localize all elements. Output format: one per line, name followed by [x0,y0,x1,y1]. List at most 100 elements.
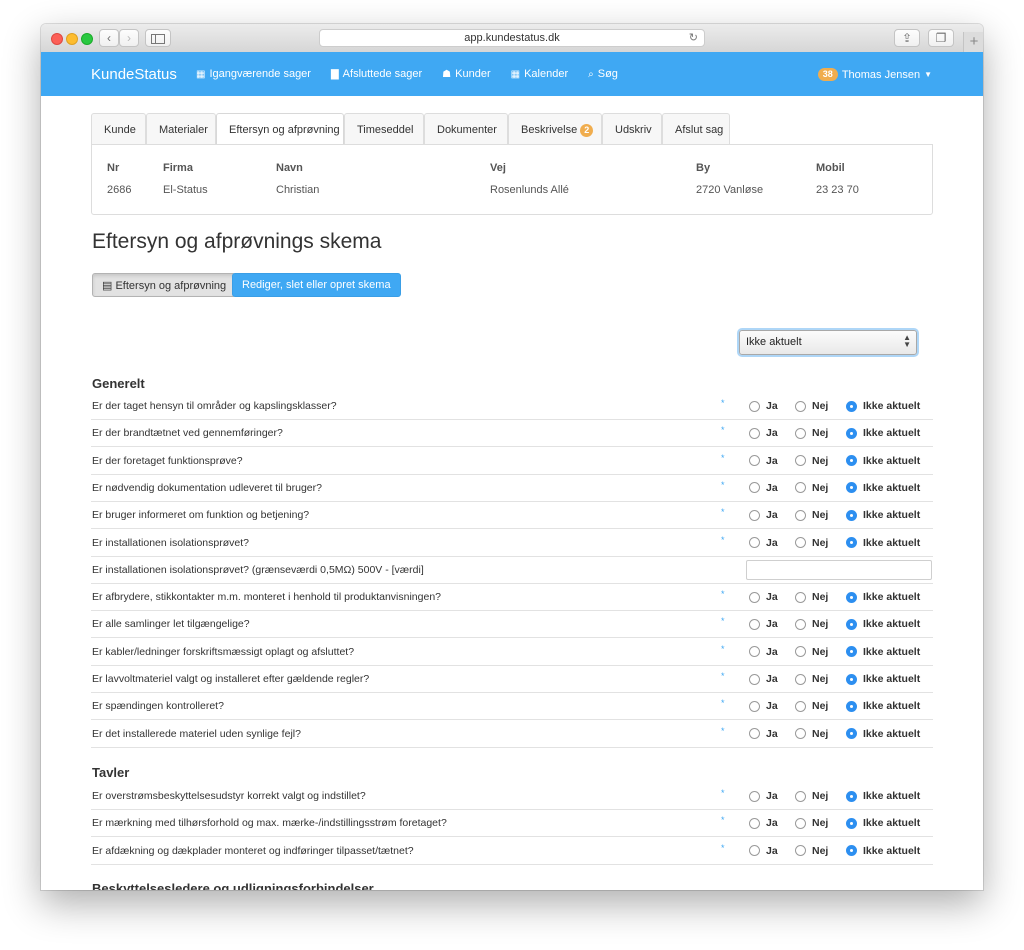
radio-ja[interactable] [749,427,760,439]
tab-4[interactable]: Dokumenter [424,113,508,144]
radio-option-ikke-aktuelt[interactable]: Ikke aktuelt [846,618,920,630]
radio-ja[interactable] [749,591,760,603]
radio-option-nej[interactable]: Nej [795,817,828,829]
radio-ikke-aktuelt[interactable] [846,618,857,630]
radio-option-ja[interactable]: Ja [749,591,778,603]
radio-nej[interactable] [795,455,806,467]
radio-ja[interactable] [749,700,760,712]
radio-option-ja[interactable]: Ja [749,455,778,467]
radio-ikke-aktuelt[interactable] [846,700,857,712]
menu-item-2[interactable]: ☗ Kunder [442,68,490,80]
tab-1[interactable]: Materialer [146,113,216,144]
radio-option-ja[interactable]: Ja [749,790,778,802]
radio-nej[interactable] [795,845,806,857]
radio-ja[interactable] [749,537,760,548]
radio-nej[interactable] [795,817,806,829]
menu-item-1[interactable]: ▇ Afsluttede sager [331,68,422,80]
radio-option-ikke-aktuelt[interactable]: Ikke aktuelt [846,700,920,712]
menu-item-3[interactable]: ▦ Kalender [511,68,569,80]
radio-ikke-aktuelt[interactable] [846,728,857,740]
radio-nej[interactable] [795,482,806,494]
radio-option-ikke-aktuelt[interactable]: Ikke aktuelt [846,455,920,467]
radio-ikke-aktuelt[interactable] [846,427,857,439]
radio-option-nej[interactable]: Nej [795,646,828,658]
radio-option-ja[interactable]: Ja [749,646,778,658]
radio-option-ja[interactable]: Ja [749,673,778,685]
radio-option-ja[interactable]: Ja [749,845,778,857]
radio-nej[interactable] [795,400,806,412]
radio-nej[interactable] [795,790,806,802]
radio-option-nej[interactable]: Nej [795,427,828,439]
radio-ja[interactable] [749,455,760,467]
radio-ikke-aktuelt[interactable] [846,455,857,467]
radio-option-ikke-aktuelt[interactable]: Ikke aktuelt [846,790,920,802]
radio-ikke-aktuelt[interactable] [846,845,857,857]
radio-option-ja[interactable]: Ja [749,427,778,439]
radio-nej[interactable] [795,700,806,712]
radio-option-ikke-aktuelt[interactable]: Ikke aktuelt [846,673,920,685]
tab-0[interactable]: Kunde [91,113,146,144]
radio-ikke-aktuelt[interactable] [846,537,857,548]
new-tab-button[interactable]: + [963,32,983,52]
minimize-window-button[interactable] [66,33,78,45]
radio-ikke-aktuelt[interactable] [846,790,857,802]
radio-ikke-aktuelt[interactable] [846,591,857,603]
radio-option-nej[interactable]: Nej [795,700,828,712]
radio-option-nej[interactable]: Nej [795,400,828,412]
zoom-window-button[interactable] [81,33,93,45]
radio-option-ikke-aktuelt[interactable]: Ikke aktuelt [846,509,920,521]
radio-ja[interactable] [749,400,760,412]
radio-nej[interactable] [795,673,806,685]
radio-option-nej[interactable]: Nej [795,790,828,802]
radio-option-nej[interactable]: Nej [795,673,828,685]
radio-ikke-aktuelt[interactable] [846,673,857,685]
user-menu[interactable]: 38 Thomas Jensen ▼ [817,68,932,81]
radio-option-ikke-aktuelt[interactable]: Ikke aktuelt [846,427,920,439]
radio-nej[interactable] [795,509,806,521]
radio-ja[interactable] [749,618,760,630]
brand-logo[interactable]: KundeStatus [91,66,177,83]
question-value-input[interactable] [746,559,932,580]
radio-option-nej[interactable]: Nej [795,591,828,603]
radio-option-ja[interactable]: Ja [749,509,778,521]
back-button[interactable]: ‹ [99,29,119,47]
radio-ja[interactable] [749,790,760,802]
radio-option-ja[interactable]: Ja [749,482,778,494]
radio-ikke-aktuelt[interactable] [846,646,857,658]
radio-nej[interactable] [795,728,806,740]
radio-option-nej[interactable]: Nej [795,537,828,549]
forward-button[interactable]: › [119,29,139,47]
radio-option-ikke-aktuelt[interactable]: Ikke aktuelt [846,728,920,740]
tab-7[interactable]: Afslut sag [662,113,730,144]
radio-option-ikke-aktuelt[interactable]: Ikke aktuelt [846,817,920,829]
radio-option-ikke-aktuelt[interactable]: Ikke aktuelt [846,400,920,412]
radio-ikke-aktuelt[interactable] [846,482,857,494]
radio-ikke-aktuelt[interactable] [846,400,857,412]
radio-nej[interactable] [795,537,806,548]
share-button[interactable]: ⇪ [894,29,920,47]
menu-item-4[interactable]: ⌕ Søg [588,68,618,80]
radio-ja[interactable] [749,817,760,829]
tab-3[interactable]: Timeseddel [344,113,424,144]
radio-ja[interactable] [749,728,760,740]
radio-nej[interactable] [795,618,806,630]
radio-option-ikke-aktuelt[interactable]: Ikke aktuelt [846,646,920,658]
radio-option-nej[interactable]: Nej [795,509,828,521]
radio-ikke-aktuelt[interactable] [846,509,857,521]
radio-option-ikke-aktuelt[interactable]: Ikke aktuelt [846,482,920,494]
radio-ja[interactable] [749,646,760,658]
radio-option-ja[interactable]: Ja [749,817,778,829]
radio-option-ja[interactable]: Ja [749,728,778,740]
edit-schema-button[interactable]: Rediger, slet eller opret skema [232,273,401,297]
radio-option-ikke-aktuelt[interactable]: Ikke aktuelt [846,845,920,857]
tab-6[interactable]: Udskriv [602,113,662,144]
radio-nej[interactable] [795,427,806,439]
radio-option-ja[interactable]: Ja [749,400,778,412]
radio-option-ja[interactable]: Ja [749,700,778,712]
radio-option-nej[interactable]: Nej [795,455,828,467]
radio-ja[interactable] [749,673,760,685]
show-tabs-button[interactable]: ❐ [928,29,954,47]
radio-ja[interactable] [749,509,760,521]
close-window-button[interactable] [51,33,63,45]
sidebar-toggle-button[interactable] [145,29,171,47]
